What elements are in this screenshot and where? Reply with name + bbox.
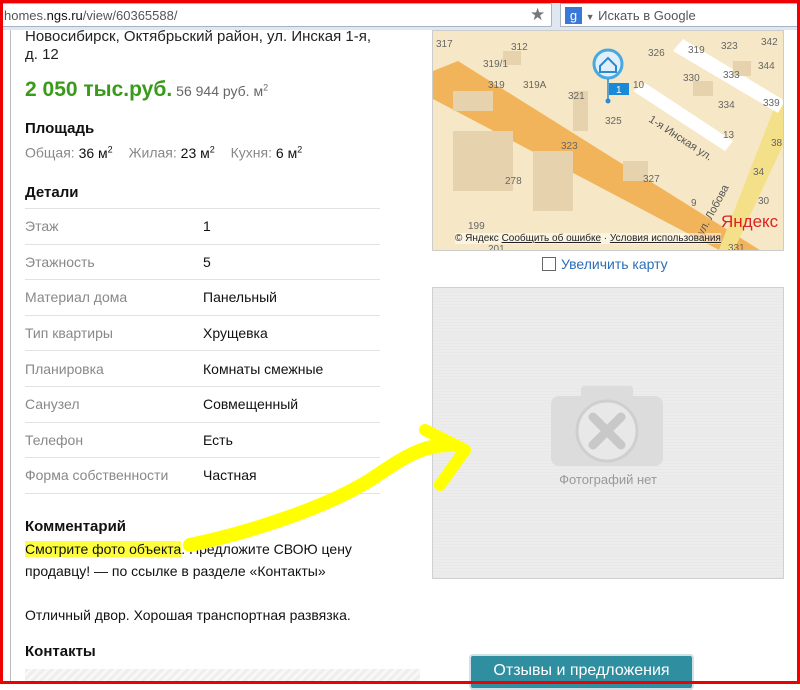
svg-text:34: 34 xyxy=(753,167,765,178)
url-host: ngs.ru xyxy=(46,8,83,23)
table-row: Этажность 5 xyxy=(25,244,380,281)
detail-label: Санузел xyxy=(25,386,203,423)
table-row: Форма собственности Частная xyxy=(25,457,380,494)
comment-text-2: Отличный двор. Хорошая транспортная разв… xyxy=(25,607,351,623)
svg-text:334: 334 xyxy=(718,100,735,111)
listing-price: 2 050 тыс.руб. 56 944 руб. м2 xyxy=(25,78,268,102)
svg-text:321: 321 xyxy=(568,91,585,102)
feedback-button[interactable]: Отзывы и предложения xyxy=(469,654,694,690)
no-photo-camera-icon xyxy=(551,386,663,466)
table-row: Этаж 1 xyxy=(25,208,380,245)
map-zoom-icon xyxy=(542,257,556,271)
svg-text:333: 333 xyxy=(723,70,740,81)
report-error-link[interactable]: Сообщить об ошибке xyxy=(502,233,601,244)
table-row: Тип квартиры Хрущевка xyxy=(25,315,380,352)
contacts-heading: Контакты xyxy=(25,643,96,660)
detail-label: Материал дома xyxy=(25,279,203,316)
svg-text:38: 38 xyxy=(771,138,783,149)
detail-value: Панельный xyxy=(203,279,380,316)
no-photo-text: Фотографий нет xyxy=(559,472,657,487)
area-values: Общая: 36 м2 Жилая: 23 м2 Кухня: 6 м2 xyxy=(25,144,303,161)
table-row: Материал дома Панельный xyxy=(25,279,380,316)
svg-text:319А: 319А xyxy=(523,80,547,91)
detail-label: Этажность xyxy=(25,244,203,281)
google-icon[interactable]: g xyxy=(565,6,582,24)
chevron-down-icon[interactable]: ▼ xyxy=(586,12,595,22)
svg-text:201: 201 xyxy=(488,244,505,251)
detail-label: Этаж xyxy=(25,208,203,245)
svg-text:9: 9 xyxy=(691,198,697,209)
table-row: Телефон Есть xyxy=(25,422,380,459)
detail-value: Хрущевка xyxy=(203,315,380,352)
detail-label: Тип квартиры xyxy=(25,315,203,352)
details-table: Этаж 1 Этажность 5 Материал дома Панельный Тип… xyxy=(25,208,380,494)
svg-text:339: 339 xyxy=(763,98,780,109)
svg-text:319/1: 319/1 xyxy=(483,59,508,70)
price-value: 2 050 тыс.руб. xyxy=(25,78,173,101)
terms-link[interactable]: Условия использования xyxy=(610,233,721,244)
map-canvas: 317 312319/1 326 319 323 342 344 319 319А 321 330 3… xyxy=(433,37,783,251)
detail-value: 1 xyxy=(203,208,380,245)
address-bar[interactable]: homes.ngs.ru/view/60365588/ xyxy=(0,3,552,27)
svg-text:317: 317 xyxy=(436,39,453,50)
left-edge xyxy=(3,30,11,684)
svg-text:1: 1 xyxy=(616,85,622,96)
svg-text:10: 10 xyxy=(633,80,645,91)
svg-text:323: 323 xyxy=(721,41,738,52)
search-input[interactable]: g ▼ Искать в Google xyxy=(560,3,800,27)
area-heading: Площадь xyxy=(25,120,95,137)
bookmark-star-icon[interactable]: ★ xyxy=(530,5,545,25)
comment-highlight: Смотрите фото объекта xyxy=(25,541,182,557)
contacts-box xyxy=(25,669,420,684)
detail-label: Телефон xyxy=(25,422,203,459)
svg-text:319: 319 xyxy=(488,80,505,91)
svg-text:199: 199 xyxy=(468,221,485,232)
svg-text:344: 344 xyxy=(758,61,775,72)
svg-text:342: 342 xyxy=(761,37,778,48)
price-per-m2: 56 944 руб. м2 xyxy=(176,82,269,99)
comment-heading: Комментарий xyxy=(25,518,127,535)
photo-placeholder: Фотографий нет xyxy=(432,287,784,579)
enlarge-map-link[interactable]: Увеличить карту xyxy=(542,256,668,272)
svg-text:312: 312 xyxy=(511,42,528,53)
map-footer: © Яндекс Сообщить об ошибке · Условия ис… xyxy=(455,233,721,244)
svg-text:13: 13 xyxy=(723,130,735,141)
svg-text:327: 327 xyxy=(643,174,660,185)
detail-value: Комнаты смежные xyxy=(203,350,380,387)
url-text: homes. xyxy=(4,8,47,23)
table-row: Санузел Совмещенный xyxy=(25,386,380,423)
svg-text:278: 278 xyxy=(505,176,522,187)
search-placeholder: Искать в Google xyxy=(598,8,696,23)
detail-value: Частная xyxy=(203,457,380,494)
svg-text:319: 319 xyxy=(688,45,705,56)
svg-text:326: 326 xyxy=(648,48,665,59)
svg-text:330: 330 xyxy=(683,73,700,84)
detail-value: 5 xyxy=(203,244,380,281)
svg-text:323: 323 xyxy=(561,141,578,152)
svg-text:Яндекс: Яндекс xyxy=(721,212,779,231)
svg-text:30: 30 xyxy=(758,196,770,207)
details-heading: Детали xyxy=(25,184,79,201)
comment-text: Смотрите фото объекта. Предложите СВОЮ ц… xyxy=(25,541,352,623)
table-row: Планировка Комнаты смежные xyxy=(25,350,380,387)
detail-label: Форма собственности xyxy=(25,457,203,494)
url-path: /view/60365588/ xyxy=(82,8,178,23)
detail-value: Совмещенный xyxy=(203,386,380,423)
svg-text:331: 331 xyxy=(728,243,745,251)
map[interactable]: 317 312 319/1 326 319 323 342 344 319 319А 321 330 3… xyxy=(432,30,784,251)
listing-address: Новосибирск, Октябрьский район, ул. Инск… xyxy=(25,28,372,63)
svg-text:325: 325 xyxy=(605,116,622,127)
detail-value: Есть xyxy=(203,422,380,459)
detail-label: Планировка xyxy=(25,350,203,387)
